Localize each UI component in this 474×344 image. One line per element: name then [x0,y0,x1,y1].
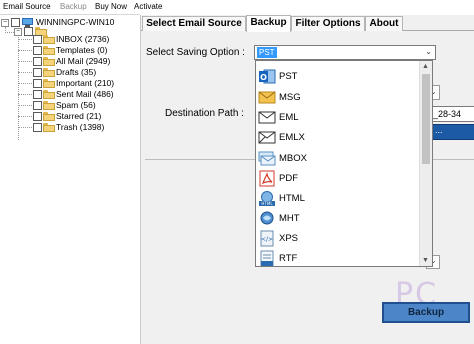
tab-filter-options[interactable]: Filter Options [291,16,365,31]
saving-option-dropdown: O PST MSG EML EMLX MBOX PDF HTML HTML MH… [255,60,433,267]
folder-checkbox[interactable] [33,112,42,121]
folder-icon [43,112,55,121]
root-checkbox[interactable] [11,18,20,27]
tab-select-email-source[interactable]: Select Email Source [142,16,246,31]
option-label: EMLX [279,132,305,143]
dropdown-option-emlx[interactable]: EMLX [256,128,419,148]
folder-tree: − WINNINGPC-WIN10 − INBOX (2736) Templat… [0,15,140,344]
svg-text:</>: </> [261,236,273,243]
backup-button[interactable]: Backup [382,302,470,323]
saving-option-value: PST [257,47,277,58]
folder-checkbox[interactable] [33,68,42,77]
xps-file-icon: </> [260,230,274,247]
dropdown-option-html[interactable]: HTML HTML [256,189,419,209]
destination-path-input[interactable]: e_28-34 [426,106,474,122]
html-file-icon: HTML [259,191,275,206]
folder-label: Templates (0) [56,45,108,55]
folder-icon [43,123,55,132]
tab-bar: Select Email Source Backup Filter Option… [141,15,474,32]
dropdown-option-mht[interactable]: MHT [256,209,419,229]
folder-checkbox[interactable] [33,79,42,88]
tab-backup[interactable]: Backup [246,15,291,32]
saving-option-label: Select Saving Option : [146,47,245,58]
folder-label: Drafts (35) [56,67,97,77]
envelope-icon [258,91,276,104]
folder-icon [43,46,55,55]
envelope-icon [258,131,276,144]
svg-text:O: O [260,73,267,82]
toolbar-backup[interactable]: Backup [60,2,87,11]
outlook-icon: O [259,69,276,84]
pdf-icon [259,170,275,187]
option-label: HTML [279,193,305,204]
mht-file-icon [260,211,274,225]
toolbar-buy-now[interactable]: Buy Now [95,2,127,11]
option-label: PDF [279,173,298,184]
option-label: MSG [279,92,301,103]
folder-label: Spam (56) [56,100,96,110]
dropdown-scrollbar[interactable]: ▲ ▼ [419,61,432,266]
scroll-up-icon[interactable]: ▲ [422,63,429,70]
toolbar: Email Source Backup Buy Now Activate [0,0,162,14]
folder-icon [43,57,55,66]
rtf-file-icon [260,250,274,266]
folder-icon [43,79,55,88]
scroll-down-icon[interactable]: ▼ [422,257,429,264]
saving-option-select[interactable]: PST ⌄ [254,45,436,60]
folder-label: Important (210) [56,78,115,88]
dropdown-option-rtf[interactable]: RTF [256,249,419,266]
tree-root-label[interactable]: WINNINGPC-WIN10 [36,17,114,28]
browse-button[interactable]: ... [426,124,474,140]
folder-checkbox[interactable] [33,101,42,110]
folder-checkbox[interactable] [33,57,42,66]
dropdown-option-pdf[interactable]: PDF [256,169,419,189]
destination-path-label: Destination Path : [165,108,244,119]
folder-icon [43,101,55,110]
folder-label: Trash (1398) [56,122,105,132]
tab-about[interactable]: About [365,16,403,31]
option-label: EML [279,112,299,123]
folder-label: All Mail (2949) [56,56,111,66]
folder-label: Starred (21) [56,111,102,121]
folder-icon [43,90,55,99]
chevron-down-icon: ⌄ [425,47,432,56]
option-label: MBOX [279,153,307,164]
computer-icon [22,18,33,27]
collapse-icon[interactable]: − [1,19,9,27]
folder-checkbox[interactable] [33,123,42,132]
folder-checkbox[interactable] [33,35,42,44]
scrollbar-thumb[interactable] [422,74,430,164]
folder-icon [43,35,55,44]
mailbox-icon [258,151,276,166]
option-label: RTF [279,253,298,264]
toolbar-activate[interactable]: Activate [134,2,162,11]
folder-checkbox[interactable] [33,90,42,99]
option-label: MHT [279,213,300,224]
option-label: XPS [279,233,299,244]
svg-text:HTML: HTML [261,201,273,206]
collapse-icon[interactable]: − [14,28,22,36]
folder-label: INBOX (2736) [56,34,110,44]
folder-icon [43,68,55,77]
dropdown-option-mbox[interactable]: MBOX [256,149,419,169]
account-checkbox[interactable] [24,27,33,36]
folder-label: Sent Mail (486) [56,89,114,99]
dropdown-option-eml[interactable]: EML [256,108,419,128]
toolbar-email-source[interactable]: Email Source [3,2,51,11]
folder-checkbox[interactable] [33,46,42,55]
dropdown-option-msg[interactable]: MSG [256,88,419,108]
option-label: PST [279,71,298,82]
dropdown-option-pst[interactable]: O PST [256,67,419,87]
envelope-icon [258,111,276,124]
dropdown-option-xps[interactable]: </> XPS [256,229,419,249]
